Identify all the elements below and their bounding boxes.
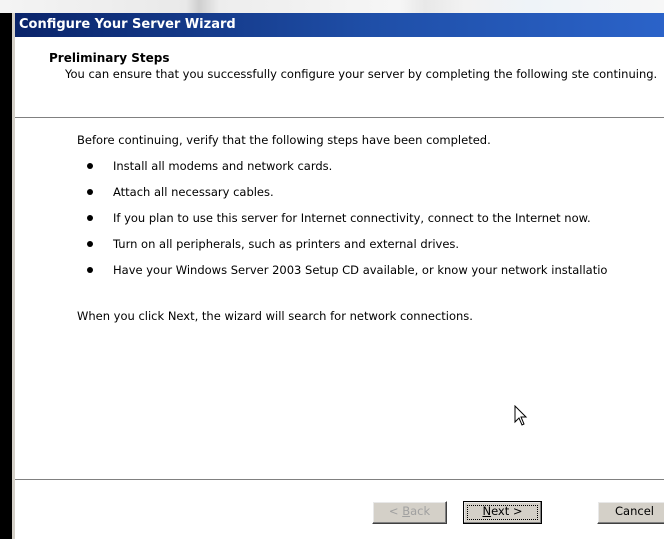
page-title: Preliminary Steps: [49, 51, 170, 65]
step-text: Turn on all peripherals, such as printer…: [113, 237, 460, 251]
step-text: Install all modems and network cards.: [113, 159, 333, 173]
step-text: If you plan to use this server for Inter…: [113, 211, 591, 225]
focus-rectangle: [467, 505, 538, 520]
bullet-icon: [87, 163, 93, 169]
background-strip: [0, 0, 664, 13]
back-button-label: ack: [410, 504, 431, 518]
page-description: You can ensure that you successfully con…: [65, 67, 658, 81]
wizard-window: Configure Your Server Wizard Preliminary…: [12, 13, 664, 539]
back-button[interactable]: < Back: [372, 501, 447, 524]
footer-divider: [15, 479, 664, 481]
desktop-edge: [0, 13, 12, 539]
wizard-header: Preliminary Steps You can ensure that yo…: [15, 37, 664, 117]
window-title: Configure Your Server Wizard: [19, 17, 236, 32]
bullet-icon: [87, 189, 93, 195]
step-text: Attach all necessary cables.: [113, 185, 274, 199]
mouse-pointer-icon: [514, 405, 528, 426]
wizard-footer: < Back Next > Cancel: [15, 483, 664, 539]
back-button-prefix: <: [388, 504, 403, 518]
cancel-button[interactable]: Cancel: [597, 501, 664, 524]
intro-text: Before continuing, verify that the follo…: [77, 133, 491, 147]
wizard-content: Before continuing, verify that the follo…: [15, 119, 664, 473]
bullet-icon: [87, 241, 93, 247]
title-bar[interactable]: Configure Your Server Wizard: [15, 13, 664, 37]
bullet-icon: [87, 215, 93, 221]
step-text: Have your Windows Server 2003 Setup CD a…: [113, 263, 608, 277]
bullet-icon: [87, 267, 93, 273]
back-button-mnemonic: B: [402, 504, 411, 518]
cancel-button-label: Cancel: [615, 504, 654, 518]
next-button[interactable]: Next >: [463, 501, 542, 524]
outro-text: When you click Next, the wizard will sea…: [77, 309, 473, 323]
